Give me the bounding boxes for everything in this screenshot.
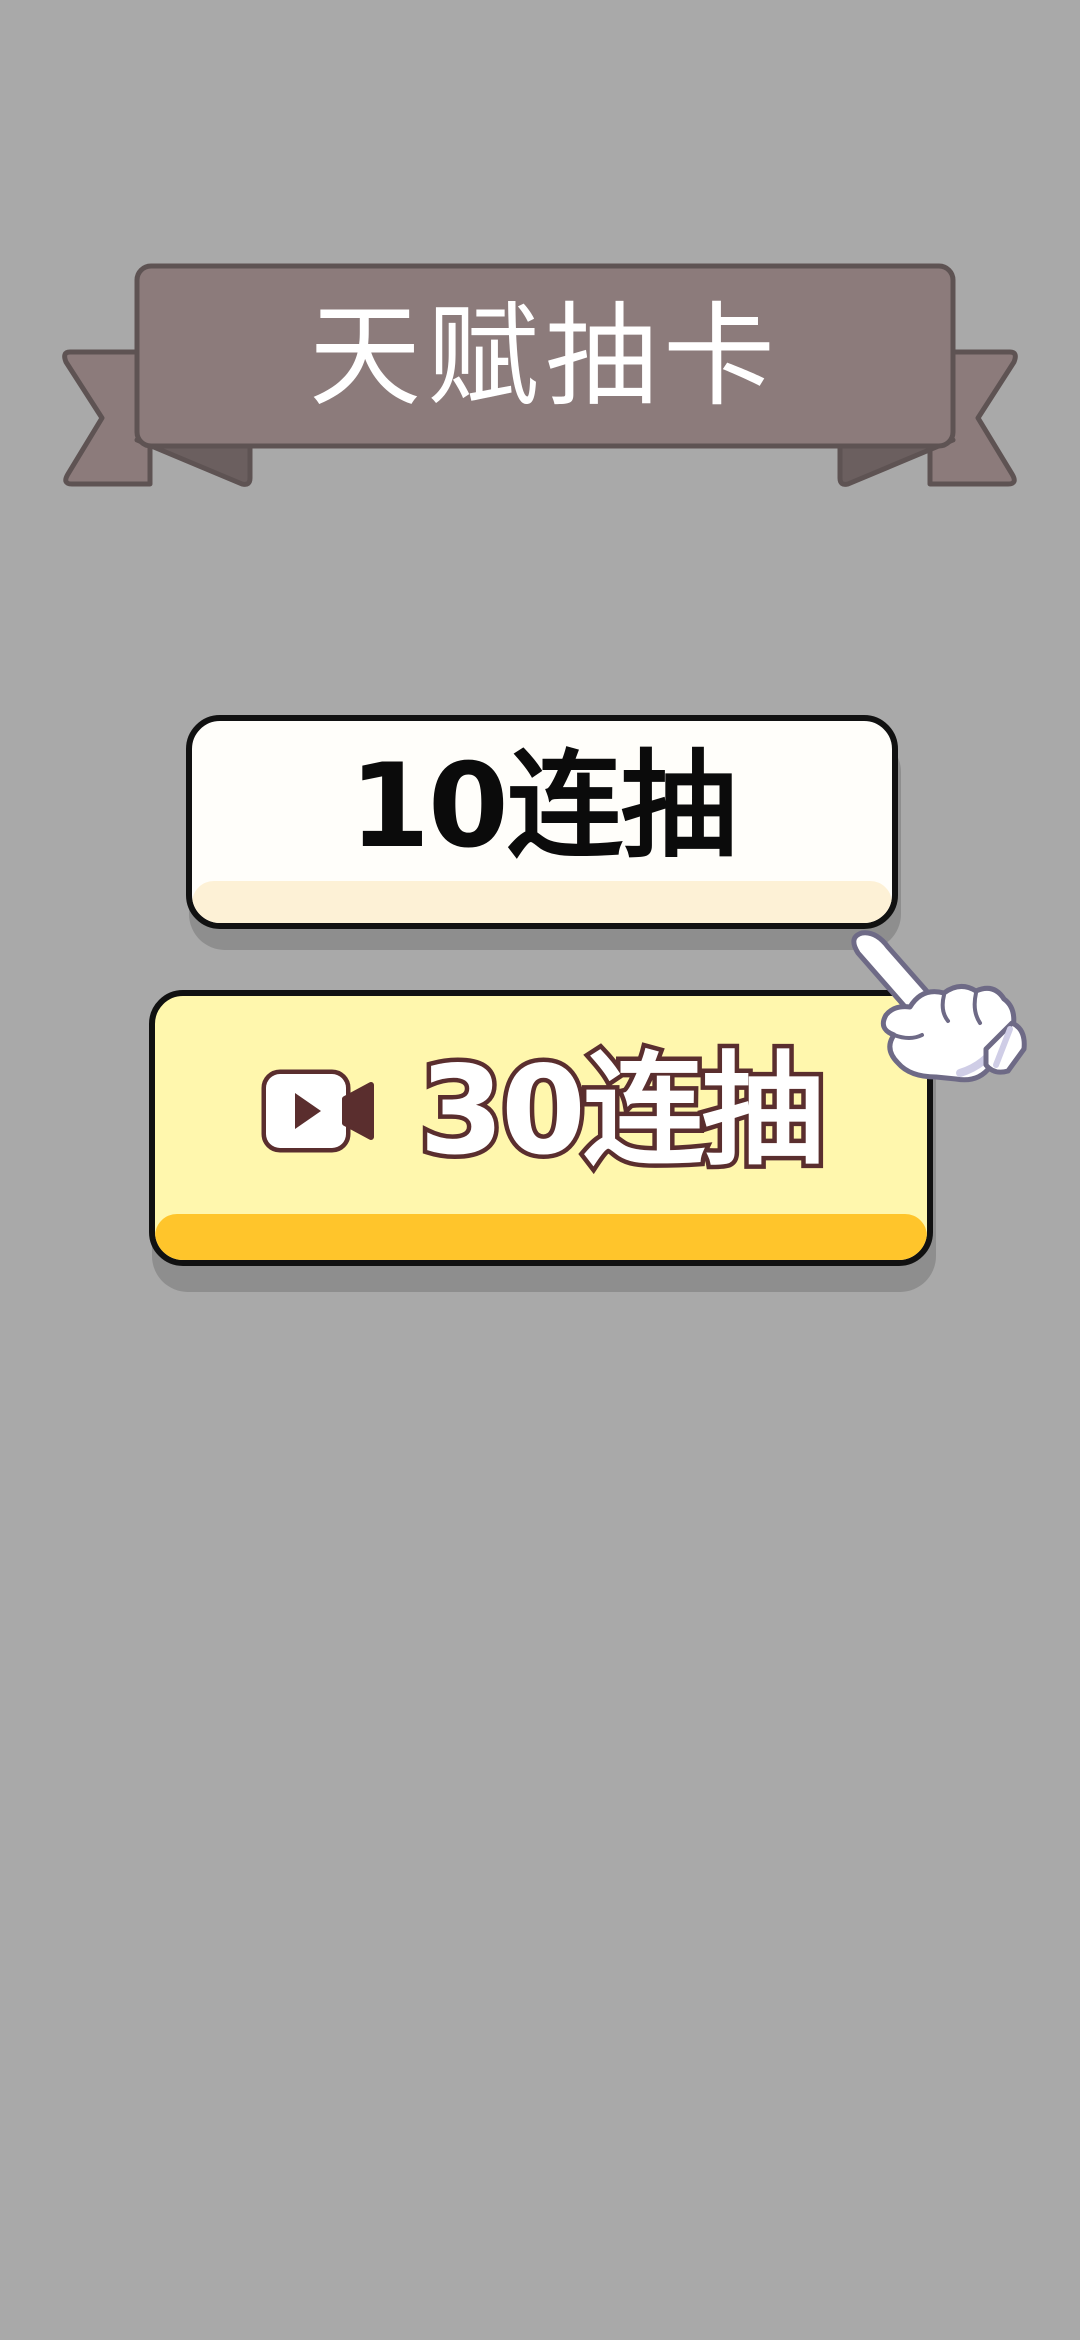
- draw-30-button[interactable]: 30连抽: [149, 990, 933, 1266]
- draw-10-label: 10连抽: [349, 739, 736, 874]
- page-title: 天赋抽卡: [309, 292, 781, 422]
- draw-30-content: 30连抽: [155, 996, 927, 1226]
- draw-10-button[interactable]: 10连抽: [186, 715, 898, 929]
- talent-draw-screen: 天赋抽卡 10连抽 30连抽: [0, 0, 1080, 2340]
- video-ad-icon: [261, 1069, 375, 1153]
- draw-30-label: 30连抽: [415, 1040, 829, 1182]
